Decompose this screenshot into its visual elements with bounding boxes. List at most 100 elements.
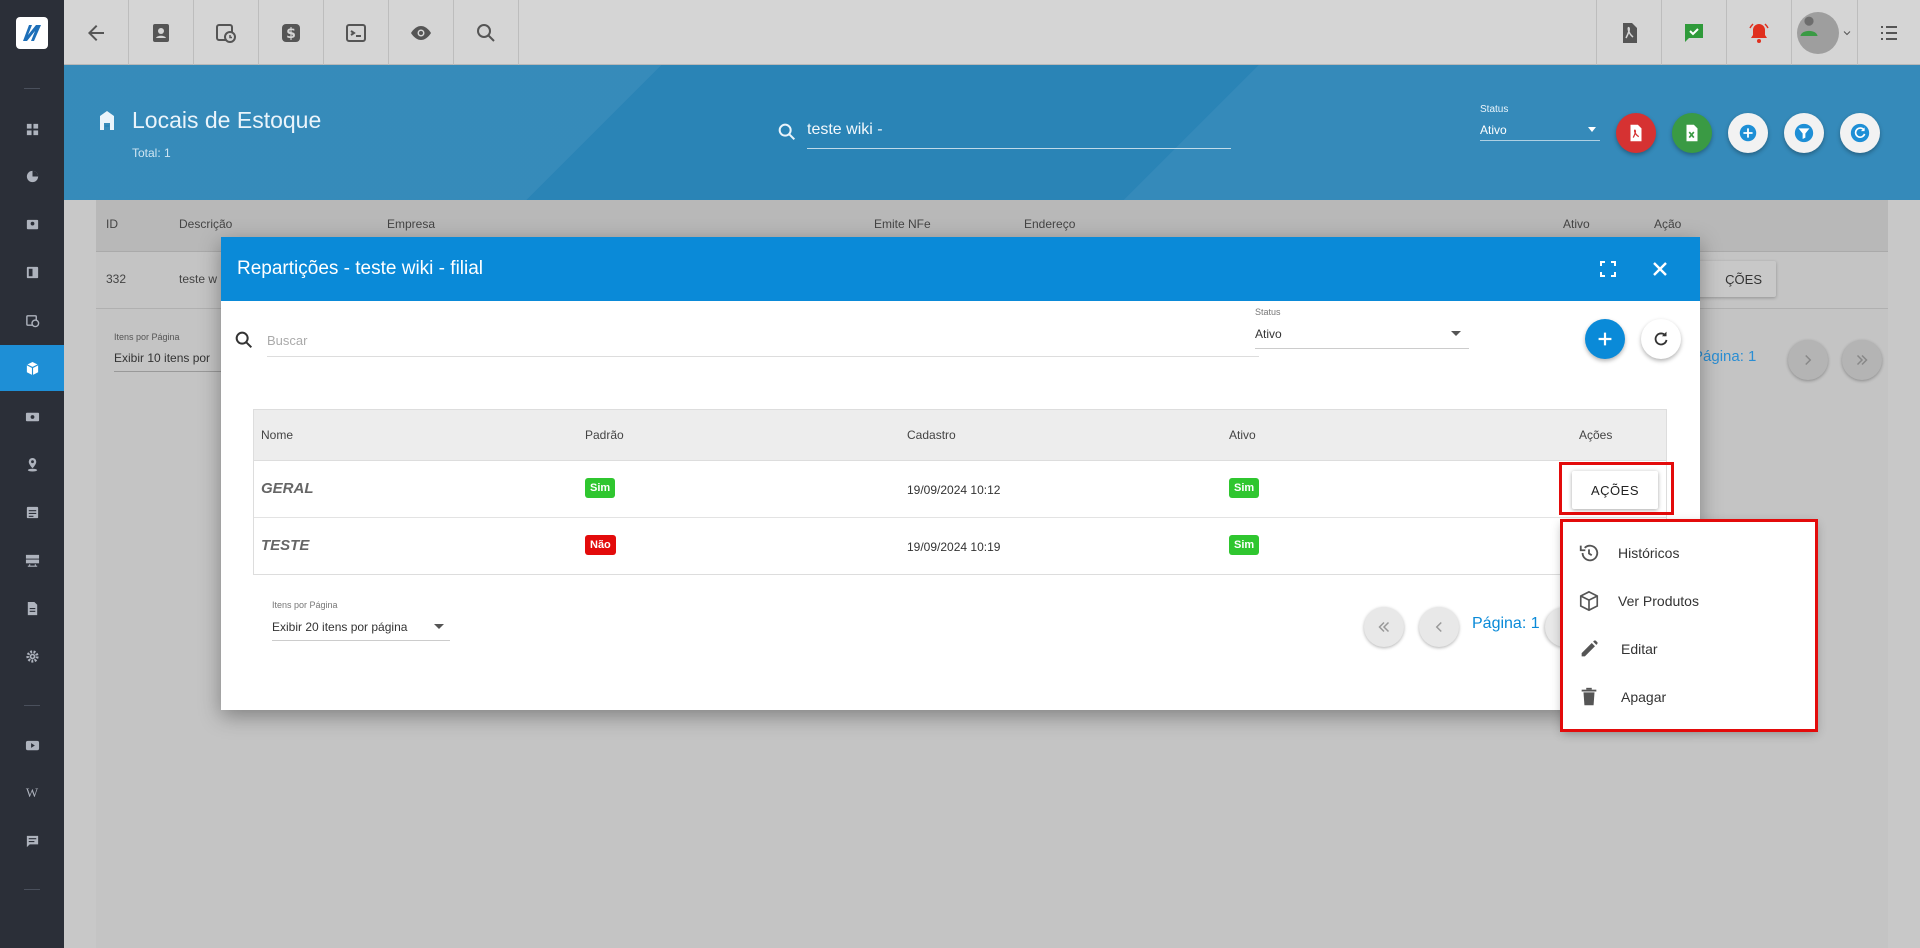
table-row[interactable]: TESTE Não 19/09/2024 10:19 Sim xyxy=(254,518,1666,575)
calendar-clock-icon xyxy=(25,314,39,327)
sidebar-item-finance[interactable] xyxy=(0,393,64,439)
modal-header: Repartições - teste wiki - filial xyxy=(221,237,1700,301)
search-button[interactable] xyxy=(454,0,519,65)
reparticoes-table: Nome Padrão Cadastro Ativo Ações GERAL S… xyxy=(253,409,1667,575)
finance-button[interactable]: $ xyxy=(259,0,324,65)
col-cadastro: Cadastro xyxy=(907,428,956,442)
sidebar-item-wiki[interactable]: W xyxy=(0,770,64,816)
modal-search-input[interactable]: Buscar xyxy=(267,325,1259,357)
prev-page-button[interactable] xyxy=(1419,607,1459,647)
sidebar-divider xyxy=(24,889,40,890)
search-input[interactable]: teste wiki - xyxy=(807,117,1231,149)
dollar-icon: $ xyxy=(282,23,300,42)
caret-down-icon xyxy=(1451,331,1461,336)
items-per-page-value: Exibir 20 itens por página xyxy=(272,620,408,634)
export-excel-button[interactable] xyxy=(1672,113,1712,153)
view-button[interactable] xyxy=(389,0,454,65)
row-cadastro: 19/09/2024 10:19 xyxy=(907,540,1001,554)
back-button[interactable] xyxy=(64,0,129,65)
sidebar-item-locations[interactable] xyxy=(0,441,64,487)
padrao-badge: Sim xyxy=(585,478,616,498)
sidebar-item-panel[interactable] xyxy=(0,249,64,295)
table-row[interactable]: GERAL Sim 19/09/2024 10:12 Sim xyxy=(254,461,1666,518)
filter-button[interactable] xyxy=(1784,113,1824,153)
wiki-icon: W xyxy=(25,785,39,800)
sidebar-item-dashboard[interactable] xyxy=(0,106,64,152)
col-empresa: Empresa xyxy=(387,217,436,231)
modal-refresh-button[interactable] xyxy=(1641,319,1681,359)
document-icon xyxy=(27,601,37,615)
row-descricao: teste w xyxy=(179,272,218,286)
bell-icon xyxy=(1749,22,1769,43)
notifications-button[interactable] xyxy=(1726,0,1791,65)
sidebar-item-documents[interactable] xyxy=(0,585,64,631)
col-descricao: Descrição xyxy=(179,217,233,231)
contacts-button[interactable] xyxy=(129,0,194,65)
close-icon[interactable] xyxy=(1648,257,1672,281)
next-page-button[interactable] xyxy=(1788,340,1828,380)
gear-icon xyxy=(25,649,39,663)
status-select[interactable]: Ativo xyxy=(1480,119,1600,141)
sidebar-item-servers[interactable] xyxy=(0,537,64,583)
panel-icon xyxy=(26,266,38,278)
chevron-left-icon xyxy=(1435,621,1442,633)
double-chevron-right-icon xyxy=(1856,354,1868,366)
messages-button[interactable] xyxy=(1661,0,1726,65)
modal-status-select[interactable]: Ativo xyxy=(1255,321,1469,349)
money-icon xyxy=(25,412,39,421)
row-nome: GERAL xyxy=(261,480,314,497)
plus-circle-icon xyxy=(1739,124,1757,142)
user-menu[interactable] xyxy=(1791,0,1857,65)
col-endereco: Endereço xyxy=(1024,217,1076,231)
modal-add-button[interactable] xyxy=(1585,319,1625,359)
last-page-button[interactable] xyxy=(1842,340,1882,380)
sidebar-item-contacts[interactable] xyxy=(0,201,64,247)
modal-title: Repartições - teste wiki - filial xyxy=(237,258,484,279)
first-page-button[interactable] xyxy=(1364,607,1404,647)
caret-down-icon xyxy=(434,624,444,629)
items-per-page-label: Itens por Página xyxy=(114,332,180,342)
total-count: Total: 1 xyxy=(132,146,171,160)
menu-button[interactable] xyxy=(1857,0,1920,65)
ativo-badge: Sim xyxy=(1229,535,1260,555)
sidebar-item-reports[interactable] xyxy=(0,153,64,199)
search-icon xyxy=(778,123,796,141)
filter-icon xyxy=(1794,123,1814,143)
row-cadastro: 19/09/2024 10:12 xyxy=(907,483,1001,497)
app-logo[interactable] xyxy=(0,0,64,65)
sidebar-item-settings[interactable] xyxy=(0,633,64,679)
search-value: teste wiki - xyxy=(807,121,883,138)
pdf-button[interactable] xyxy=(1596,0,1661,65)
table-header: Nome Padrão Cadastro Ativo Ações xyxy=(254,410,1666,461)
sidebar-item-notes[interactable] xyxy=(0,489,64,535)
export-pdf-button[interactable] xyxy=(1616,113,1656,153)
package-icon xyxy=(26,361,38,375)
play-icon xyxy=(25,740,39,750)
sidebar-item-schedule[interactable] xyxy=(0,297,64,343)
highlight-box xyxy=(1560,519,1818,732)
sidebar-item-videos[interactable] xyxy=(0,722,64,768)
contact-card-icon xyxy=(153,23,169,42)
refresh-icon xyxy=(1654,331,1668,346)
search-icon xyxy=(235,331,253,349)
sidebar-item-chat[interactable] xyxy=(0,818,64,864)
terminal-button[interactable] xyxy=(324,0,389,65)
refresh-button[interactable] xyxy=(1840,113,1880,153)
fullscreen-icon[interactable] xyxy=(1596,257,1620,281)
modal-status-value: Ativo xyxy=(1255,327,1282,341)
pdf-icon xyxy=(1623,22,1637,43)
col-acao: Ação xyxy=(1654,217,1682,231)
dashboard-icon xyxy=(26,123,38,135)
file-text-icon xyxy=(26,506,38,518)
status-label: Status xyxy=(1480,104,1509,115)
sidebar-item-stock[interactable] xyxy=(0,345,64,391)
id-card-icon xyxy=(26,219,38,229)
row-nome: TESTE xyxy=(261,537,310,554)
items-per-page-label: Itens por Página xyxy=(272,600,338,610)
add-button[interactable] xyxy=(1728,113,1768,153)
caret-down-icon xyxy=(1588,127,1596,132)
col-acoes: Ações xyxy=(1579,428,1613,442)
schedule-button[interactable] xyxy=(194,0,259,65)
items-per-page-select[interactable]: Exibir 20 itens por página xyxy=(272,613,450,641)
spreadsheet-icon xyxy=(1686,124,1698,142)
